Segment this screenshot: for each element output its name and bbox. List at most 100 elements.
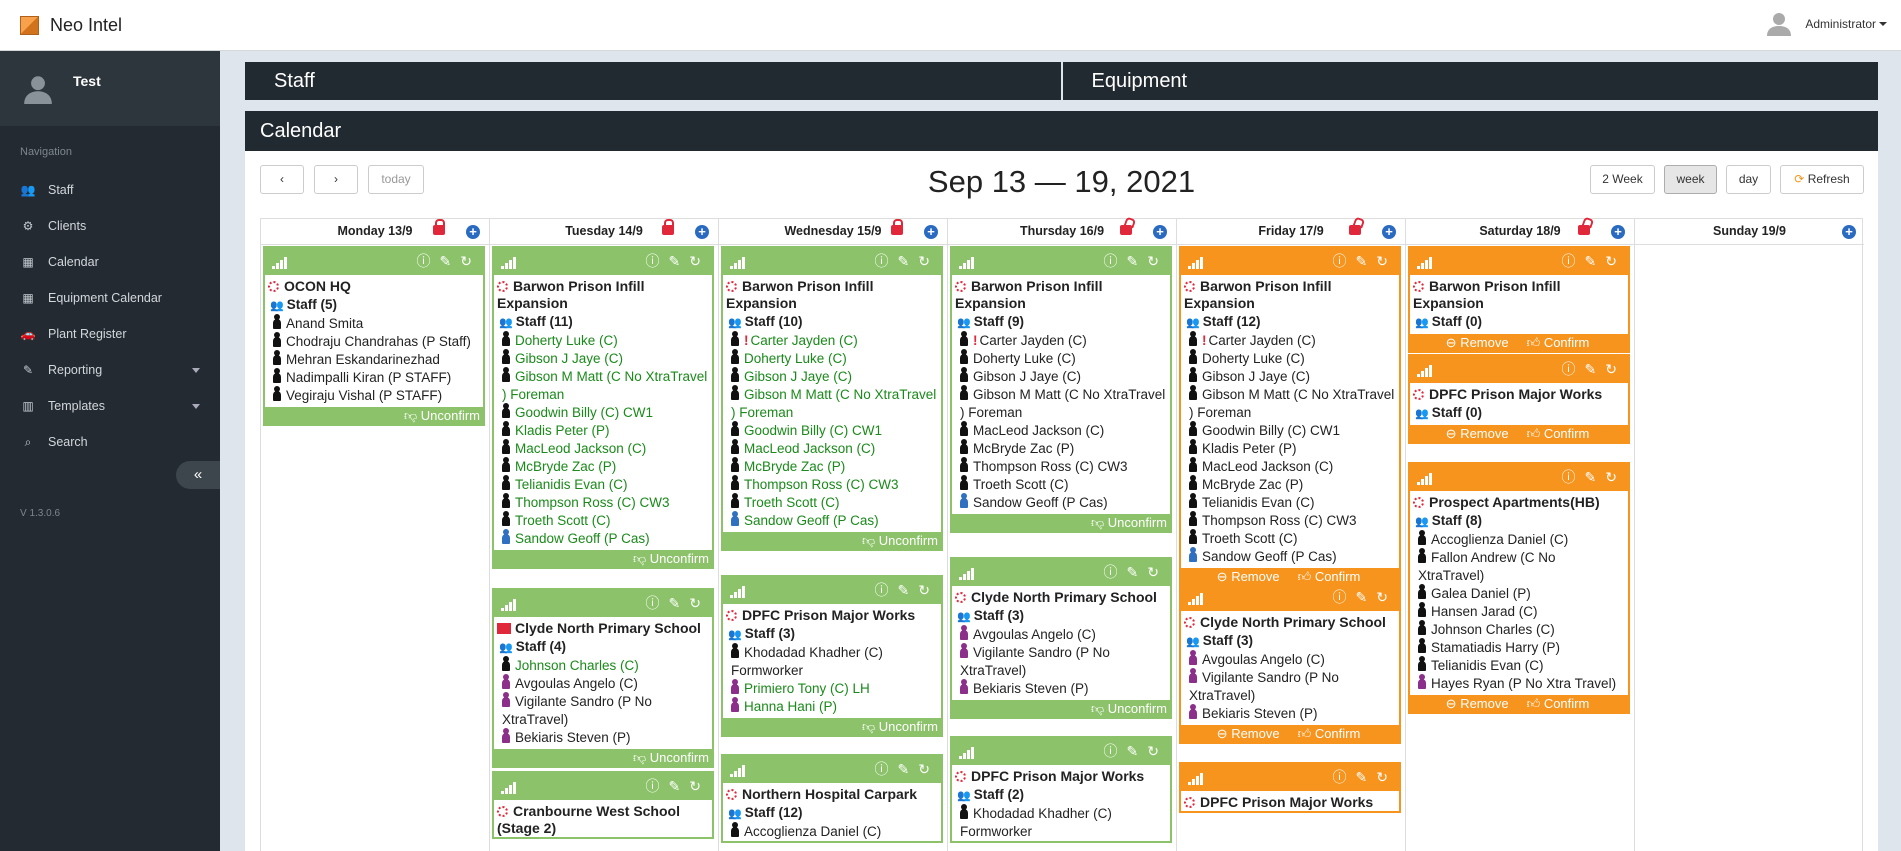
sidebar-item-reporting[interactable]: ✎ Reporting xyxy=(0,352,220,388)
edit-icon[interactable]: ✎ xyxy=(1585,469,1606,485)
refresh-icon[interactable]: ↻ xyxy=(1605,361,1626,377)
refresh-icon[interactable]: ↻ xyxy=(460,253,481,269)
staff-member[interactable]: Khodadad Khadher (C) Formworker xyxy=(723,643,941,680)
confirm-button[interactable]: 👍︎ Confirm xyxy=(1298,726,1361,741)
staff-member[interactable]: Avgoulas Angelo (C) xyxy=(1181,650,1399,669)
edit-icon[interactable]: ✎ xyxy=(669,595,690,611)
staff-member[interactable]: Bekiaris Steven (P) xyxy=(952,679,1170,698)
lock-closed-icon[interactable] xyxy=(662,219,674,235)
lock-closed-icon[interactable] xyxy=(433,219,445,235)
info-icon[interactable]: ⓘ xyxy=(646,778,669,794)
edit-icon[interactable]: ✎ xyxy=(898,253,919,269)
edit-icon[interactable]: ✎ xyxy=(669,253,690,269)
calendar-event[interactable]: ⓘ✎↻ Barwon Prison Infill Expansion 👥 Staff… xyxy=(950,246,1172,533)
edit-icon[interactable]: ✎ xyxy=(1356,253,1377,269)
staff-member[interactable]: Kladis Peter (P) xyxy=(494,421,712,440)
staff-member[interactable]: Gibson J Jaye (C) xyxy=(952,367,1170,386)
calendar-event[interactable]: ⓘ✎↻ DPFC Prison Major Works xyxy=(1179,762,1401,813)
staff-member[interactable]: Goodwin Billy (C) CW1 xyxy=(723,421,941,440)
staff-member[interactable]: MacLeod Jackson (C) xyxy=(494,439,712,458)
refresh-icon[interactable]: ↻ xyxy=(1147,743,1168,759)
add-event-icon[interactable]: + xyxy=(466,225,480,239)
staff-member[interactable]: Stamatiadis Harry (P) xyxy=(1410,638,1628,657)
staff-member[interactable]: Goodwin Billy (C) CW1 xyxy=(494,403,712,422)
staff-member[interactable]: Johnson Charles (C) xyxy=(1410,620,1628,639)
calendar-event[interactable]: ⓘ✎↻ Barwon Prison Infill Expansion 👥 Staff… xyxy=(721,246,943,551)
staff-member[interactable]: Anand Smita xyxy=(265,314,483,333)
calendar-event[interactable]: ⓘ✎↻ Clyde North Primary School 👥 Staff (3)… xyxy=(1179,582,1401,744)
staff-member[interactable]: Primiero Tony (C) LH xyxy=(723,679,941,698)
staff-member[interactable]: Hanna Hani (P) xyxy=(723,697,941,716)
staff-member[interactable]: Hansen Jarad (C) xyxy=(1410,602,1628,621)
staff-member[interactable]: MacLeod Jackson (C) xyxy=(723,439,941,458)
info-icon[interactable]: ⓘ xyxy=(1333,253,1356,269)
staff-member[interactable]: MacLeod Jackson (C) xyxy=(1181,457,1399,476)
refresh-icon[interactable]: ↻ xyxy=(1147,564,1168,580)
staff-member[interactable]: Accoglienza Daniel (C) xyxy=(723,822,941,841)
add-event-icon[interactable]: + xyxy=(1153,225,1167,239)
calendar-event[interactable]: ⓘ✎↻ Northern Hospital Carpark 👥 Staff (12)… xyxy=(721,754,943,843)
sidebar-item-plant-register[interactable]: 🚗 Plant Register xyxy=(0,316,220,352)
confirm-button[interactable]: 👍︎ Confirm xyxy=(1527,335,1590,350)
staff-member[interactable]: Vigilante Sandro (P No XtraTravel) xyxy=(494,692,712,729)
lock-open-icon[interactable] xyxy=(1120,225,1132,235)
info-icon[interactable]: ⓘ xyxy=(1104,253,1127,269)
lock-open-icon[interactable] xyxy=(1349,225,1361,235)
add-event-icon[interactable]: + xyxy=(924,225,938,239)
info-icon[interactable]: ⓘ xyxy=(1562,469,1585,485)
staff-member[interactable]: Mehran Eskandarinezhad xyxy=(265,350,483,369)
edit-icon[interactable]: ✎ xyxy=(669,778,690,794)
staff-member[interactable]: Thompson Ross (C) CW3 xyxy=(1181,511,1399,530)
staff-member[interactable]: Galea Daniel (P) xyxy=(1410,584,1628,603)
collapse-sidebar-button[interactable]: « xyxy=(176,461,220,489)
staff-member[interactable]: Gibson J Jaye (C) xyxy=(723,367,941,386)
unconfirm-button[interactable]: 👎︎ Unconfirm xyxy=(265,407,483,424)
staff-member[interactable]: Vegiraju Vishal (P STAFF) xyxy=(265,386,483,405)
staff-member[interactable]: Avgoulas Angelo (C) xyxy=(494,674,712,693)
user-menu[interactable]: Administrator xyxy=(1767,12,1887,36)
two-week-view-button[interactable]: 2 Week xyxy=(1590,165,1655,194)
staff-member[interactable]: Troeth Scott (C) xyxy=(723,493,941,512)
calendar-event[interactable]: ⓘ✎↻ Barwon Prison Infill Expansion 👥 Staff… xyxy=(1179,246,1401,587)
sidebar-item-templates[interactable]: ▥ Templates xyxy=(0,388,220,424)
tab-equipment[interactable]: Equipment xyxy=(1062,62,1878,100)
refresh-icon[interactable]: ↻ xyxy=(1376,253,1397,269)
edit-icon[interactable]: ✎ xyxy=(1356,769,1377,785)
staff-member[interactable]: Telianidis Evan (C) xyxy=(494,475,712,494)
info-icon[interactable]: ⓘ xyxy=(1104,564,1127,580)
info-icon[interactable]: ⓘ xyxy=(1562,253,1585,269)
info-icon[interactable]: ⓘ xyxy=(1562,361,1585,377)
staff-member[interactable]: Thompson Ross (C) CW3 xyxy=(494,493,712,512)
info-icon[interactable]: ⓘ xyxy=(875,253,898,269)
edit-icon[interactable]: ✎ xyxy=(898,582,919,598)
refresh-icon[interactable]: ↻ xyxy=(689,778,710,794)
add-event-icon[interactable]: + xyxy=(695,225,709,239)
week-view-button[interactable]: week xyxy=(1664,165,1717,194)
lock-closed-icon[interactable] xyxy=(891,219,903,235)
calendar-event[interactable]: ⓘ✎↻ DPFC Prison Major Works 👥 Staff (3) Kho… xyxy=(721,575,943,737)
remove-button[interactable]: ⊖ Remove xyxy=(1446,335,1509,350)
refresh-icon[interactable]: ↻ xyxy=(918,582,939,598)
info-icon[interactable]: ⓘ xyxy=(417,253,440,269)
staff-member[interactable]: Gibson M Matt (C No XtraTravel ) Foreman xyxy=(952,385,1170,422)
staff-member[interactable]: Accoglienza Daniel (C) xyxy=(1410,530,1628,549)
staff-member[interactable]: Gibson M Matt (C No XtraTravel ) Foreman xyxy=(494,367,712,404)
staff-member[interactable]: McBryde Zac (P) xyxy=(494,457,712,476)
staff-member[interactable]: Johnson Charles (C) xyxy=(494,656,712,675)
staff-member[interactable]: Thompson Ross (C) CW3 xyxy=(952,457,1170,476)
calendar-event[interactable]: ⓘ✎↻ Cranbourne West School (Stage 2) xyxy=(492,771,714,839)
staff-member[interactable]: Sandow Geoff (P Cas) xyxy=(1181,547,1399,566)
confirm-button[interactable]: 👍︎ Confirm xyxy=(1527,426,1590,441)
refresh-icon[interactable]: ↻ xyxy=(689,253,710,269)
staff-member[interactable]: Doherty Luke (C) xyxy=(494,331,712,350)
unconfirm-button[interactable]: 👎︎ Unconfirm xyxy=(494,550,712,567)
edit-icon[interactable]: ✎ xyxy=(1585,361,1606,377)
info-icon[interactable]: ⓘ xyxy=(1333,589,1356,605)
staff-member[interactable]: Sandow Geoff (P Cas) xyxy=(952,493,1170,512)
staff-member[interactable]: Gibson M Matt (C No XtraTravel ) Foreman xyxy=(723,385,941,422)
calendar-event[interactable]: ⓘ✎↻ DPFC Prison Major Works 👥 Staff (2) Kho… xyxy=(950,736,1172,843)
staff-member[interactable]: McBryde Zac (P) xyxy=(1181,475,1399,494)
unconfirm-button[interactable]: 👎︎ Unconfirm xyxy=(952,514,1170,531)
refresh-icon[interactable]: ↻ xyxy=(1605,469,1626,485)
calendar-event[interactable]: ⓘ✎↻ Clyde North Primary School 👥 Staff (4)… xyxy=(492,588,714,768)
